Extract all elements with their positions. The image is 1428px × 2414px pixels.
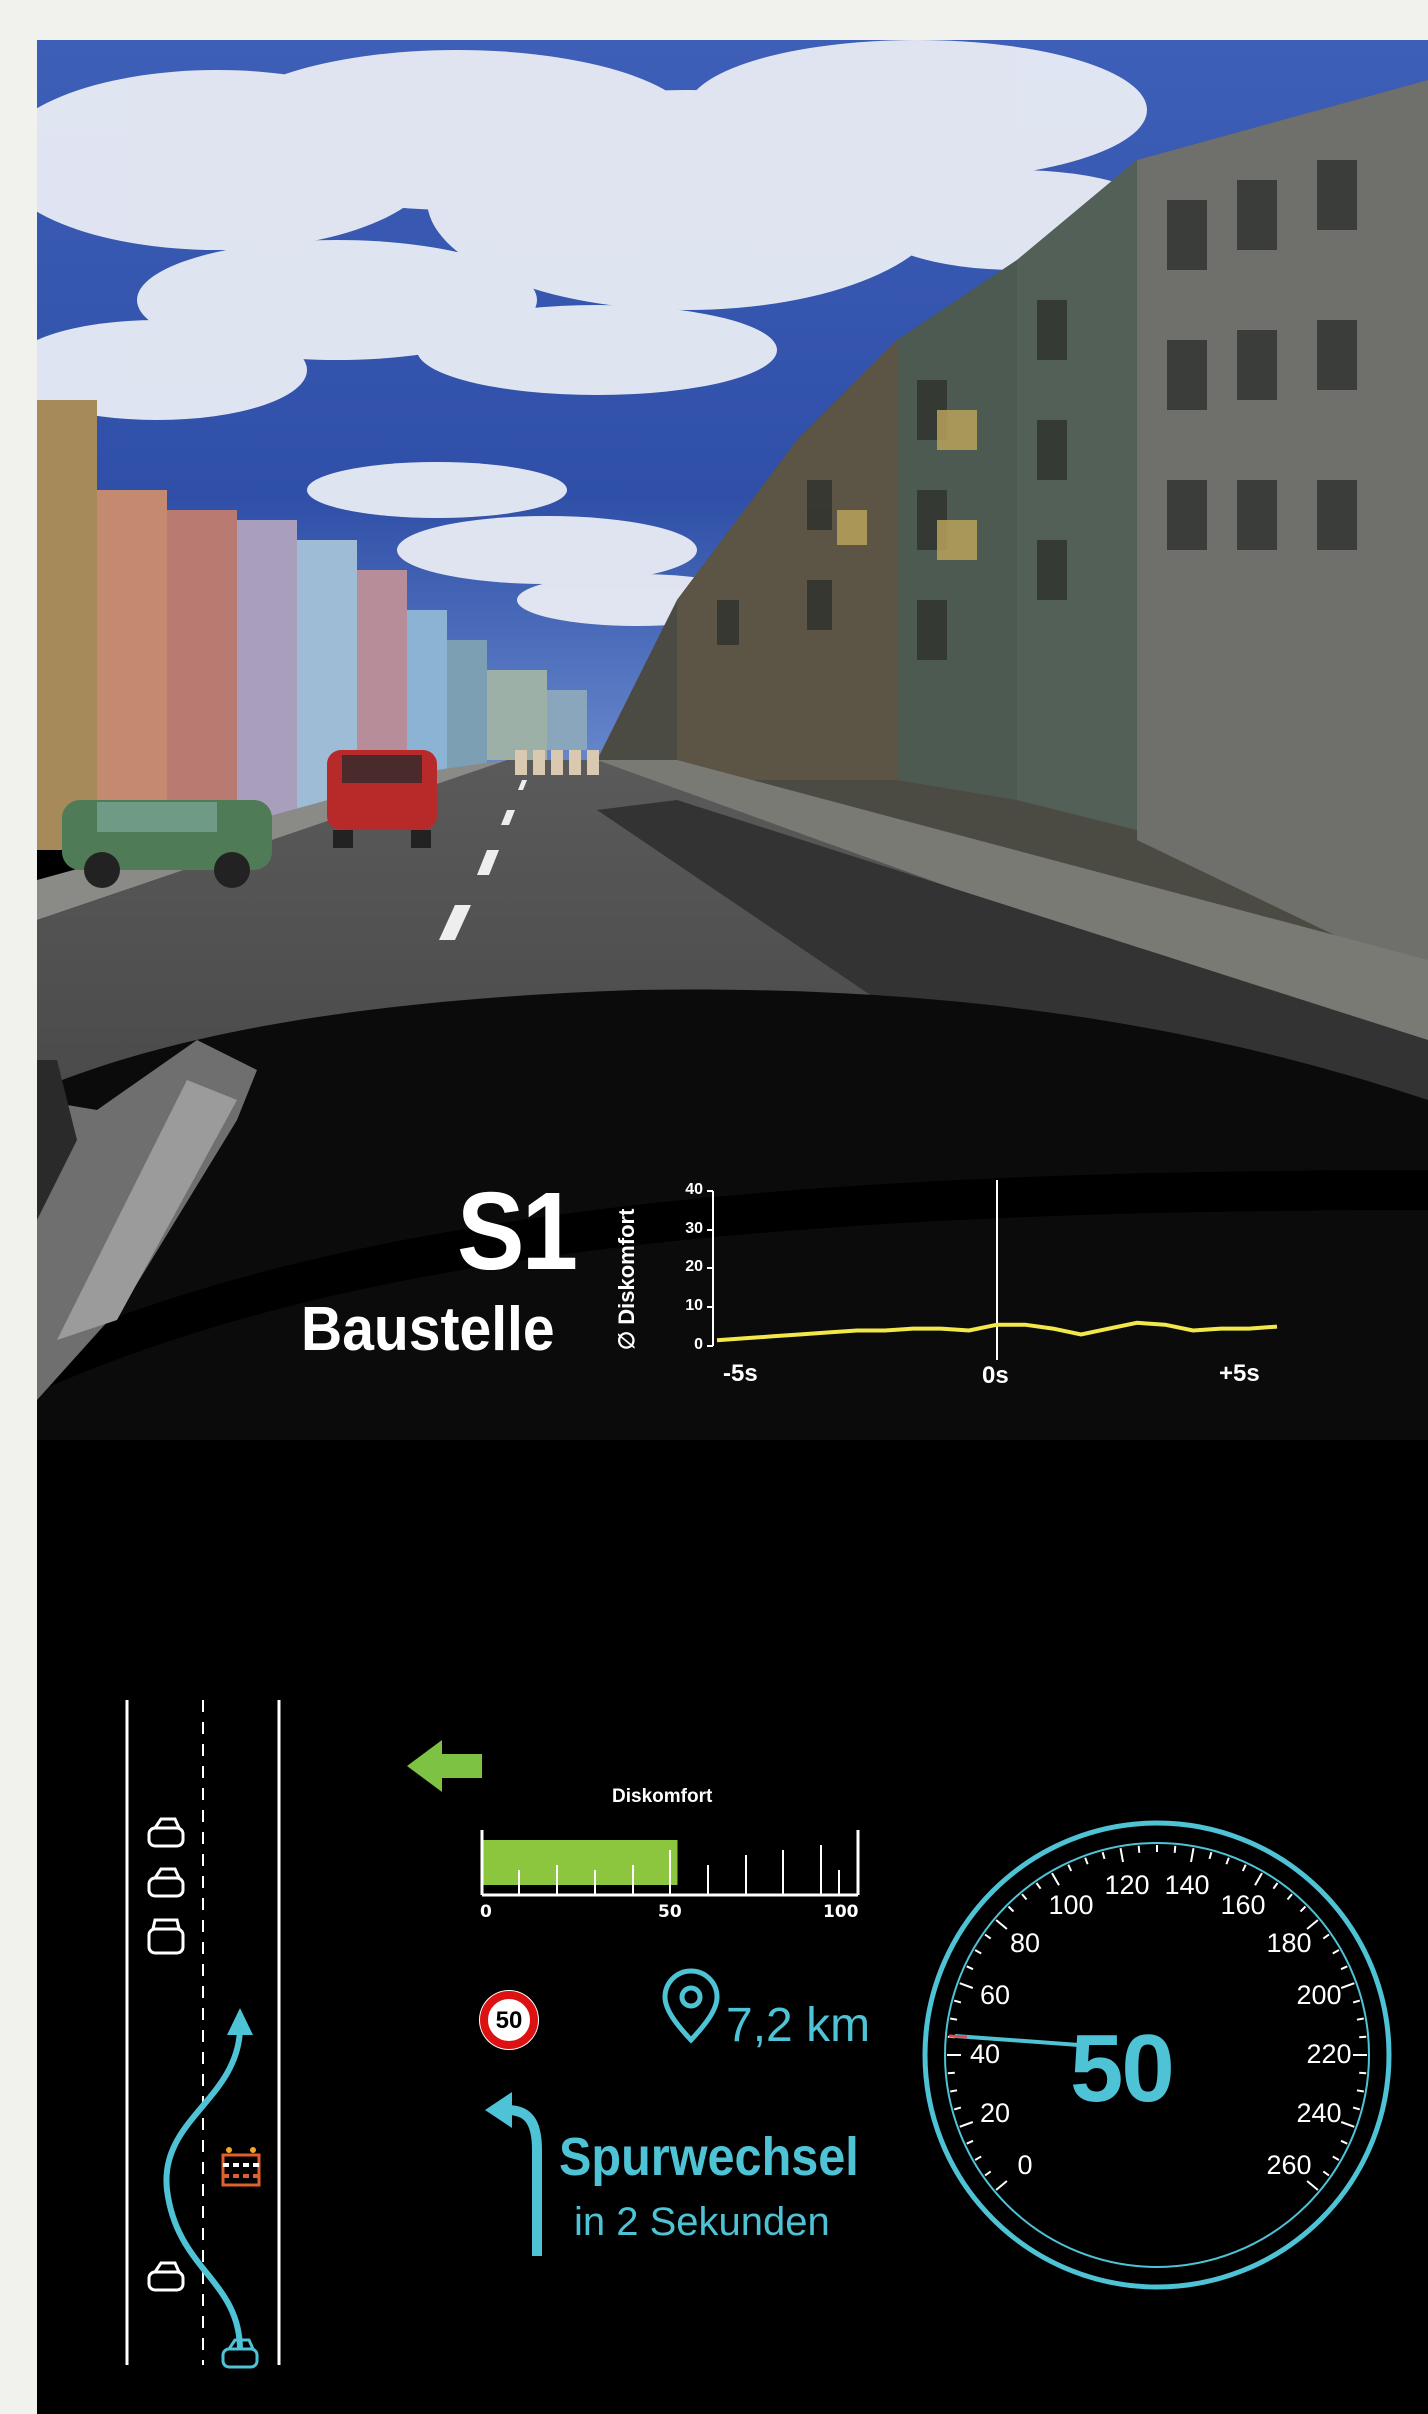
speedometer-tick (1208, 1851, 1213, 1860)
speedometer-tick (1067, 1864, 1073, 1872)
speedometer-tick (950, 2017, 958, 2021)
location-pin-icon (662, 1968, 720, 2044)
discomfort-plot-ylabel: ∅ Diskomfort (614, 1208, 639, 1350)
car-icon (147, 1918, 185, 1955)
speedometer-label: 180 (1266, 1928, 1312, 1958)
speedometer-tick (1035, 1882, 1042, 1890)
speedometer-label: 200 (1296, 1980, 1342, 2010)
speedometer-label: 20 (979, 2098, 1011, 2128)
speed-value: 50 (1070, 2015, 1175, 2122)
scenario-id: S1 (457, 1170, 578, 1293)
speedometer-tick (1190, 1848, 1195, 1863)
instruction-subtitle: in 2 Sekunden (574, 2200, 830, 2244)
speedometer-label: 0 (1017, 2150, 1033, 2180)
speedometer-tick (1352, 1999, 1361, 2004)
speedometer-tick (1332, 2155, 1340, 2161)
plot-ytick: 40 (685, 1181, 703, 1198)
hud-overlay (125, 1180, 1392, 2369)
instruction-title: Spurwechsel (559, 2127, 859, 2187)
speedometer-tick (1359, 2071, 1367, 2075)
speedometer-tick (1340, 1965, 1348, 1971)
lane-diagram (125, 1700, 281, 2365)
speedometer-tick (995, 2180, 1008, 2191)
distance-text: 7,2 km (726, 1999, 871, 2052)
discomfort-bar-title: Diskomfort (612, 1786, 713, 1807)
speedometer-tick (1356, 2089, 1364, 2093)
discomfort-bar (480, 1830, 860, 1897)
discomfort-bar-fill (482, 1840, 678, 1885)
plot-xtick: +5s (1219, 1360, 1260, 1387)
car-icon (147, 1867, 185, 1898)
speedometer-tick (947, 2071, 955, 2075)
speedometer-tick (1021, 1893, 1028, 1901)
speedometer-label: 60 (979, 1980, 1011, 2010)
speedometer-tick (1254, 1872, 1263, 1886)
speedometer-tick (966, 1965, 974, 1971)
speedometer-tick (974, 2155, 982, 2161)
speedometer-tick (1306, 2180, 1319, 2191)
speedometer-tick (1007, 1905, 1015, 1913)
speedometer-tick (1173, 1845, 1177, 1853)
speedometer-tick (1084, 1857, 1089, 1865)
scenario-name: Baustelle (301, 1295, 555, 1364)
speedometer-tick (1137, 1845, 1141, 1853)
discomfort-bar-tick-label: 50 (658, 1902, 682, 1922)
speedometer-label: 80 (1009, 1928, 1041, 1958)
speedometer-tick (1299, 1905, 1307, 1913)
plot-xtick: 0s (982, 1362, 1009, 1389)
speed-limit-value: 50 (495, 2007, 523, 2034)
speedometer-tick (1322, 1933, 1330, 1940)
speedometer-tick (1051, 1872, 1060, 1886)
car-icon (147, 1817, 185, 1848)
speedometer-tick (966, 2139, 974, 2145)
plot-ytick: 0 (694, 1336, 703, 1353)
speedometer-tick (1119, 1848, 1124, 1863)
speedometer-tick (1101, 1851, 1106, 1860)
simulator-frame: S1 Baustelle ∅ Diskomfort 40 30 20 10 0 … (37, 40, 1428, 2414)
speedometer-tick (1272, 1882, 1279, 1890)
speedometer-tick (1340, 2139, 1348, 2145)
discomfort-bar-tick-label: 0 (480, 1902, 492, 1922)
lane-change-arrowhead (227, 2008, 253, 2035)
plot-ytick: 20 (685, 1258, 703, 1275)
speedometer-tick (1225, 1857, 1230, 1865)
speedometer-tick (1356, 2017, 1364, 2021)
speedometer-label: 40 (969, 2039, 1001, 2069)
speedometer-label: 160 (1220, 1890, 1266, 1920)
discomfort-plot (707, 1180, 1278, 1360)
speedometer-tick (1332, 1949, 1340, 1955)
speedometer-tick (1241, 1864, 1247, 1872)
speedometer-label: 240 (1296, 2098, 1342, 2128)
discomfort-bar-tick-label: 100 (823, 1902, 859, 1922)
speedometer-label: 260 (1266, 2150, 1312, 2180)
construction-barrier-icon (221, 2147, 261, 2187)
speedometer-tick (1352, 2106, 1361, 2111)
speedometer-tick (1286, 1893, 1293, 1901)
speedometer-label: 220 (1306, 2039, 1352, 2069)
speedometer-tick (1359, 2035, 1367, 2039)
speedometer-tick (974, 1949, 982, 1955)
speedometer-tick (950, 2089, 958, 2093)
turn-left-arrow-icon (485, 2092, 542, 2256)
car-icon (147, 2261, 185, 2292)
plot-ytick: 10 (685, 1297, 703, 1314)
plot-xtick: -5s (723, 1360, 758, 1387)
speedometer-tick (1322, 2170, 1330, 2177)
plot-ytick: 30 (685, 1220, 703, 1237)
left-arrow-icon (407, 1740, 482, 1792)
